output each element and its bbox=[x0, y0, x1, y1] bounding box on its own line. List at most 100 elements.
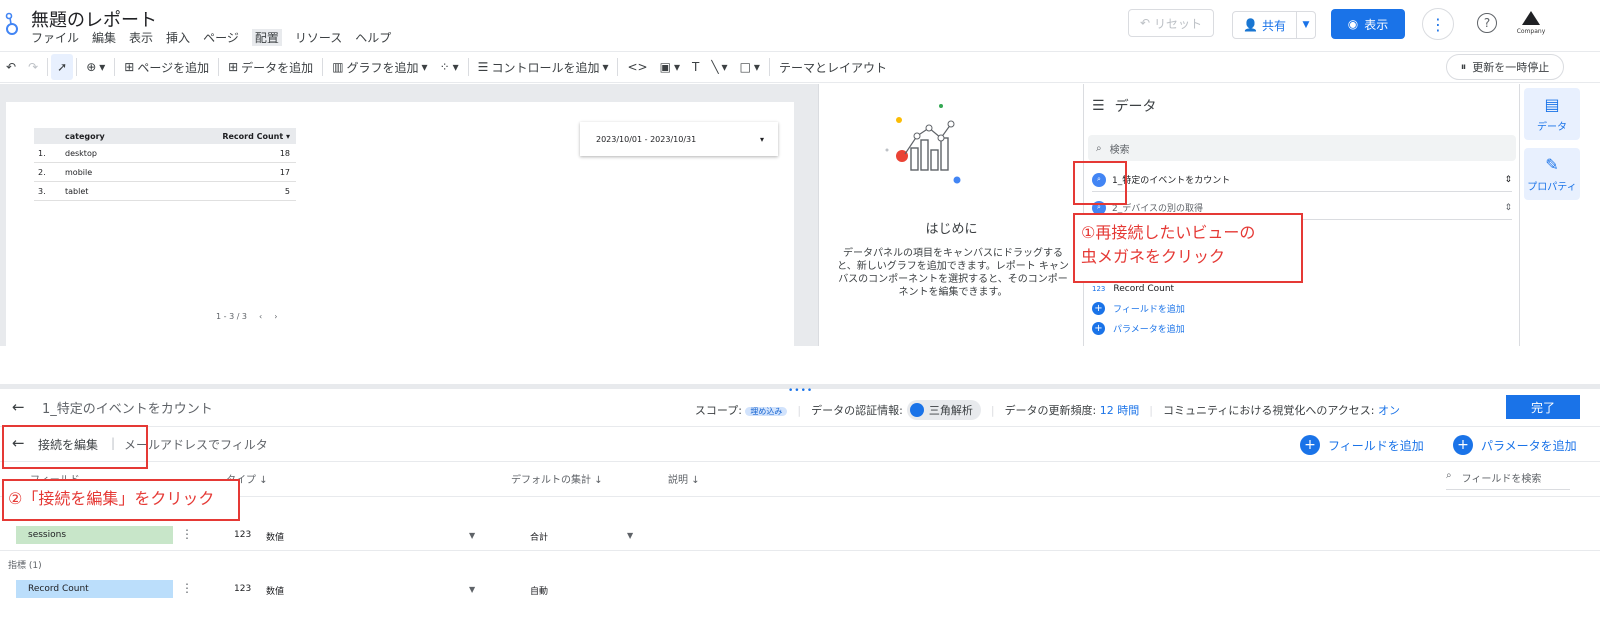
back-arrow-icon[interactable]: ← bbox=[12, 398, 25, 416]
caret-icon: ▾ bbox=[421, 60, 428, 74]
freshness-value[interactable]: 12 時間 bbox=[1100, 404, 1140, 417]
aggregation-dropdown-icon[interactable]: ▼ bbox=[627, 531, 633, 540]
field-menu-icon[interactable]: ⋮ bbox=[181, 581, 193, 595]
field-item[interactable]: 123 Record Count bbox=[1092, 284, 1174, 294]
credentials-label: データの認証情報: bbox=[811, 404, 903, 417]
add-control-button[interactable]: ☰ コントロールを追加 ▾ bbox=[472, 54, 615, 80]
toolbar-divider bbox=[76, 58, 78, 76]
select-cursor-icon[interactable]: ➚ bbox=[51, 54, 74, 80]
collapse-icon[interactable]: ⇕ bbox=[1504, 203, 1512, 213]
add-parameter-button[interactable]: + パラメータを追加 bbox=[1453, 435, 1577, 455]
credentials-chip[interactable]: 三角解析 bbox=[906, 400, 981, 420]
zoom-button[interactable]: ⊕ ▾ bbox=[80, 54, 111, 80]
add-field-label: フィールドを追加 bbox=[1328, 438, 1424, 453]
theme-layout-button[interactable]: テーマとレイアウト bbox=[773, 54, 893, 80]
type-value[interactable]: 数値 bbox=[266, 530, 284, 543]
community-viz-icon: ⁘ bbox=[439, 60, 450, 74]
caret-icon: ▾ bbox=[721, 60, 728, 74]
add-parameter-label: パラメータを追加 bbox=[1481, 438, 1577, 453]
record-count-header[interactable]: Record Count ▾ bbox=[216, 132, 296, 141]
metrics-section-label: 指標 (1) bbox=[8, 561, 42, 571]
caret-icon: ▾ bbox=[673, 60, 680, 74]
looker-studio-logo-icon bbox=[5, 12, 18, 35]
line-button[interactable]: ╲ ▾ bbox=[705, 54, 733, 80]
data-source-title[interactable]: 1_特定のイベントをカウント bbox=[42, 398, 213, 417]
pause-icon: ⏸ bbox=[1460, 60, 1467, 73]
field-pill-sessions[interactable]: sessions bbox=[16, 526, 173, 544]
community-value[interactable]: オン bbox=[1378, 404, 1400, 417]
rectangle-icon: □ bbox=[739, 60, 751, 74]
add-data-button[interactable]: ⊞ データを追加 bbox=[222, 54, 319, 80]
aggregation-value[interactable]: 自動 bbox=[530, 584, 548, 597]
data-source-editor-header: ← 1_特定のイベントをカウント スコープ: 埋め込み | データの認証情報: 三… bbox=[0, 389, 1600, 427]
plus-icon: + bbox=[1092, 322, 1105, 335]
row-number: 3. bbox=[38, 186, 46, 196]
menu-edit[interactable]: 編集 bbox=[92, 29, 116, 46]
menu-insert[interactable]: 挿入 bbox=[166, 29, 190, 46]
view-button[interactable]: ◉ 表示 bbox=[1331, 9, 1405, 39]
data-source-item[interactable]: ⌕ 1_特定のイベントをカウント ⇕ bbox=[1092, 168, 1512, 192]
aggregation-column-header[interactable]: デフォルトの集計 ↓ bbox=[511, 471, 603, 486]
next-page-icon[interactable]: › bbox=[274, 312, 277, 321]
shape-button[interactable]: □ ▾ bbox=[734, 54, 766, 80]
add-field-label: フィールドを追加 bbox=[1113, 305, 1185, 315]
scope-label: スコープ: bbox=[694, 404, 742, 417]
annotation-box-magnifier bbox=[1073, 161, 1127, 205]
add-page-button[interactable]: ⊞ ページを追加 bbox=[118, 54, 215, 80]
chart-illustration-icon bbox=[885, 104, 961, 184]
rail-data-tab[interactable]: ▤ データ bbox=[1524, 88, 1580, 140]
help-icon[interactable]: ? bbox=[1477, 13, 1497, 33]
type-dropdown-icon[interactable]: ▼ bbox=[469, 585, 475, 594]
menu-page[interactable]: ページ bbox=[203, 29, 239, 46]
type-dropdown-icon[interactable]: ▼ bbox=[469, 531, 475, 540]
user-avatar-icon bbox=[909, 403, 924, 417]
add-field-link[interactable]: + フィールドを追加 bbox=[1092, 302, 1185, 315]
done-button[interactable]: 完了 bbox=[1506, 395, 1580, 419]
menu-help[interactable]: ヘルプ bbox=[355, 29, 391, 46]
data-search-input[interactable]: ⌕ 検索 bbox=[1088, 135, 1516, 161]
redo-icon[interactable]: ↷ bbox=[22, 54, 44, 80]
meta-divider: | bbox=[990, 403, 995, 417]
undo-icon[interactable]: ↶ bbox=[0, 54, 22, 80]
pause-updates-button[interactable]: ⏸ 更新を一時停止 bbox=[1446, 54, 1564, 80]
field-name: Record Count bbox=[1113, 284, 1175, 294]
add-field-button[interactable]: + フィールドを追加 bbox=[1300, 435, 1424, 455]
account-avatar[interactable]: Company bbox=[1514, 10, 1548, 36]
search-icon: ⌕ bbox=[1446, 470, 1452, 481]
type-number-icon: 123 bbox=[234, 530, 252, 540]
data-table-icon: ☰ bbox=[1092, 98, 1105, 114]
menu-file[interactable]: ファイル bbox=[31, 29, 79, 46]
type-value[interactable]: 数値 bbox=[266, 584, 284, 597]
reset-button[interactable]: ↶ リセット bbox=[1128, 9, 1214, 37]
category-header[interactable]: category bbox=[65, 132, 216, 141]
share-dropdown-icon[interactable]: ▼ bbox=[1297, 20, 1315, 30]
community-viz-button[interactable]: ⁘ ▾ bbox=[434, 54, 465, 80]
pause-updates-label: 更新を一時停止 bbox=[1472, 61, 1550, 74]
control-icon: ☰ bbox=[477, 60, 489, 74]
more-options-icon[interactable]: ⋮ bbox=[1422, 8, 1454, 40]
share-button[interactable]: 👤 共有 ▼ bbox=[1232, 11, 1316, 39]
field-search-input[interactable]: ⌕ フィールドを検索 bbox=[1446, 470, 1570, 490]
add-person-icon: 👤 bbox=[1243, 18, 1258, 32]
description-column-header[interactable]: 説明 ↓ bbox=[668, 471, 700, 486]
data-panel-header: ☰ データ bbox=[1092, 96, 1157, 116]
aggregation-value[interactable]: 合計 bbox=[530, 530, 548, 543]
field-pill-record-count[interactable]: Record Count bbox=[16, 580, 173, 598]
menu-resource[interactable]: リソース bbox=[295, 29, 342, 46]
add-parameter-link[interactable]: + パラメータを追加 bbox=[1092, 322, 1185, 335]
prev-page-icon[interactable]: ‹ bbox=[259, 312, 262, 321]
image-button[interactable]: ▣ ▾ bbox=[654, 54, 686, 80]
date-range-control[interactable]: 2023/10/01 - 2023/10/31 ▾ bbox=[580, 122, 778, 156]
text-box-icon[interactable]: T bbox=[686, 54, 705, 80]
rail-properties-tab[interactable]: ✎ プロパティ bbox=[1524, 148, 1580, 200]
share-label: 共有 bbox=[1261, 18, 1286, 33]
field-menu-icon[interactable]: ⋮ bbox=[181, 527, 193, 541]
expand-icon[interactable]: ⇕ bbox=[1504, 175, 1512, 185]
report-table[interactable]: category Record Count ▾ 1. desktop 18 2. mo… bbox=[34, 128, 296, 201]
embed-code-icon[interactable]: <> bbox=[621, 54, 653, 80]
toolbar-divider bbox=[47, 58, 49, 76]
add-chart-button[interactable]: ▥ グラフを追加 ▾ bbox=[326, 54, 433, 80]
menu-view[interactable]: 表示 bbox=[129, 29, 153, 46]
data-search-placeholder: 検索 bbox=[1109, 144, 1130, 156]
menu-arrange[interactable]: 配置 bbox=[251, 29, 282, 46]
